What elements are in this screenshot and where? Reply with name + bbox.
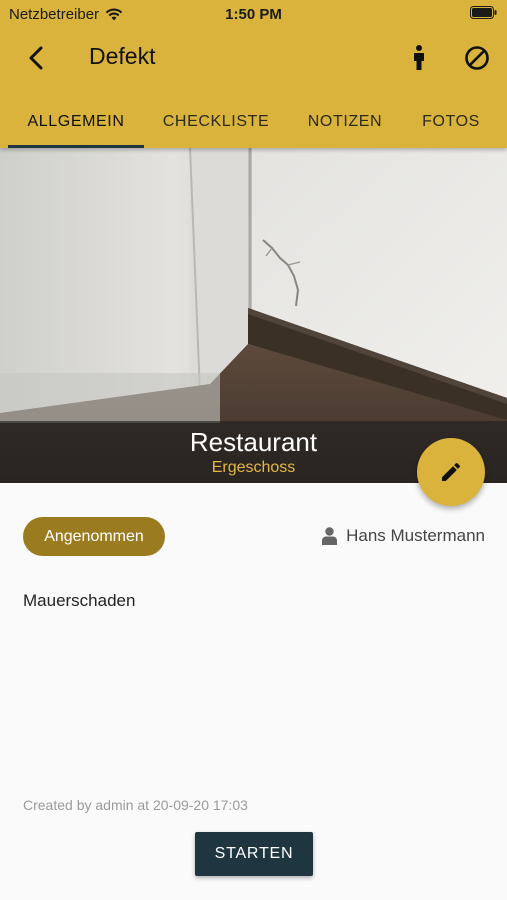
edit-pencil-icon [442,462,461,481]
person-standing-icon [414,45,424,70]
person-icon [322,527,338,545]
tab-fotos[interactable]: FOTOS [408,96,494,148]
assign-person-button[interactable] [404,42,434,74]
edit-fab-button[interactable] [417,438,485,506]
back-button[interactable] [20,42,52,74]
tab-notizen[interactable]: NOTIZEN [290,96,400,148]
block-icon [465,46,489,70]
status-badge: Angenommen [23,517,165,556]
status-bar: Netzbetreiber 1:50 PM [0,0,507,28]
back-arrow-icon [29,46,43,70]
start-button[interactable]: STARTEN [195,832,313,876]
active-tab-indicator [8,145,144,148]
page-title: Defekt [89,43,156,69]
app-header: Netzbetreiber 1:50 PM Defekt ALLGEMEIN C… [0,0,507,148]
tab-checkliste[interactable]: CHECKLISTE [150,96,282,148]
defect-photo[interactable]: Restaurant Ergeschoss [0,148,507,483]
block-button[interactable] [461,42,493,74]
battery-icon [470,6,497,23]
app-bar: Defekt [0,30,507,86]
created-info: Created by admin at 20-09-20 17:03 [23,797,248,813]
assignee: Hans Mustermann [322,526,485,546]
tab-bar: ALLGEMEIN CHECKLISTE NOTIZEN FOTOS [0,96,507,148]
tab-allgemein[interactable]: ALLGEMEIN [8,96,144,148]
status-time: 1:50 PM [225,6,282,23]
defect-description: Mauerschaden [23,591,136,610]
assignee-name: Hans Mustermann [346,526,485,545]
